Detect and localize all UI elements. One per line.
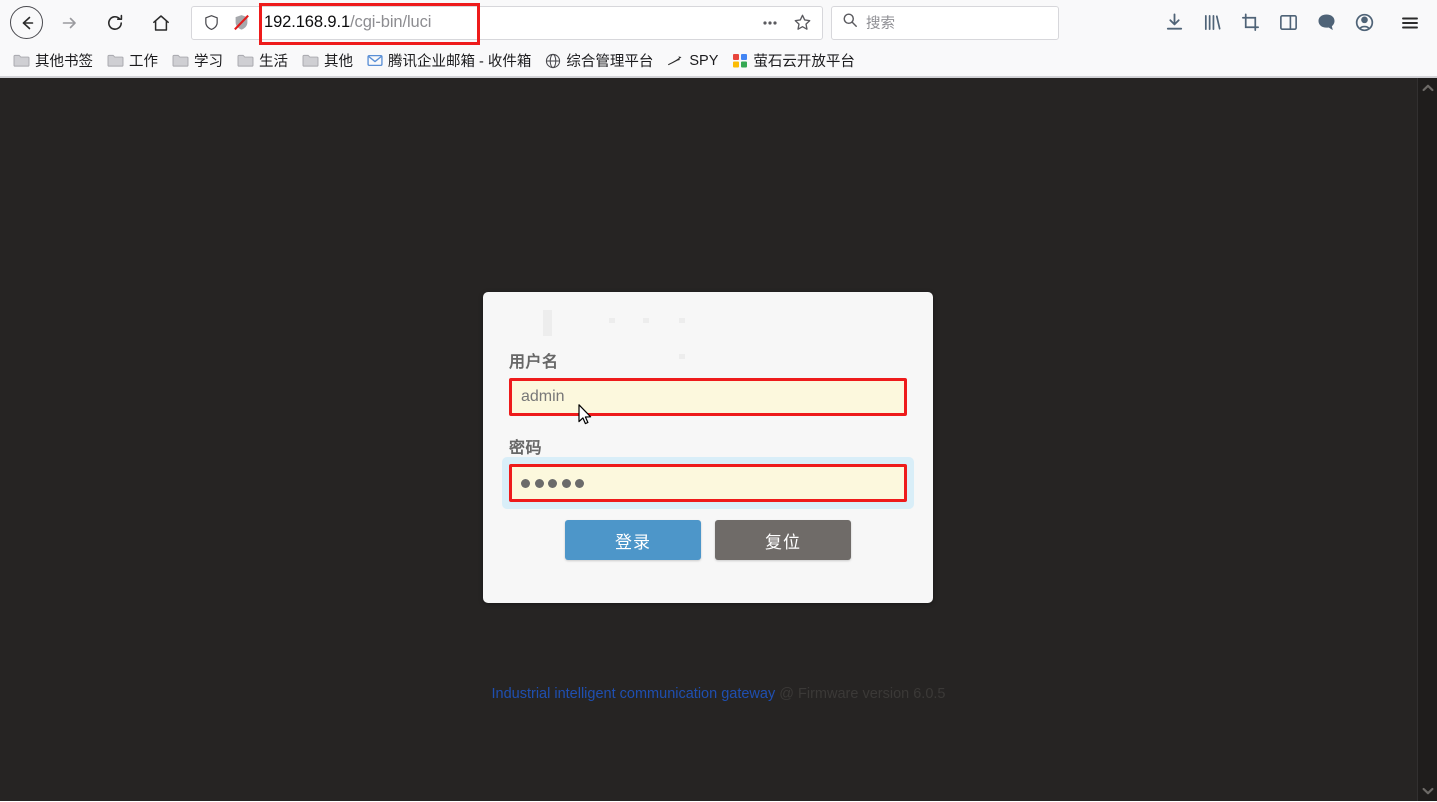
- password-input[interactable]: [509, 464, 907, 502]
- star-icon[interactable]: [786, 8, 818, 38]
- bookmark-item-work[interactable]: 工作: [100, 48, 165, 74]
- folder-icon: [13, 53, 30, 68]
- folder-icon: [237, 53, 254, 68]
- render-artifact: [679, 318, 685, 323]
- username-input[interactable]: admin: [509, 378, 907, 416]
- search-placeholder: 搜索: [866, 12, 895, 33]
- search-icon: [842, 12, 858, 33]
- bookmark-label: 萤石云开放平台: [753, 50, 855, 71]
- login-card: 用户名 admin 密码 登录 复位: [483, 292, 933, 603]
- password-field-wrapper: [509, 464, 907, 502]
- page-viewport: 用户名 admin 密码 登录 复位 Industrial intelligen…: [0, 78, 1437, 801]
- home-button[interactable]: [143, 5, 179, 41]
- url-bar[interactable]: 192.168.9.1/cgi-bin/luci: [191, 6, 823, 40]
- shield-icon[interactable]: [196, 8, 226, 38]
- page-scrollbar[interactable]: [1417, 78, 1437, 801]
- footer-product-link[interactable]: Industrial intelligent communication gat…: [492, 686, 776, 702]
- navigation-toolbar: 192.168.9.1/cgi-bin/luci: [0, 0, 1437, 45]
- render-artifact: [643, 318, 649, 323]
- bookmark-item-other[interactable]: 其他: [295, 48, 360, 74]
- browser-chrome: 192.168.9.1/cgi-bin/luci: [0, 0, 1437, 78]
- password-label: 密码: [509, 434, 907, 458]
- sidebar-icon[interactable]: [1271, 6, 1305, 40]
- search-input[interactable]: 搜索: [831, 6, 1059, 40]
- bookmark-label: 生活: [259, 50, 288, 71]
- folder-icon: [172, 53, 189, 68]
- render-artifact: [679, 354, 685, 359]
- username-field-wrapper: admin: [509, 378, 907, 416]
- bookmark-item-life[interactable]: 生活: [230, 48, 295, 74]
- url-host: 192.168.9.1: [264, 13, 350, 32]
- bookmark-label: 其他书签: [35, 50, 93, 71]
- spy-icon: [667, 54, 684, 68]
- pocket-icon[interactable]: [1309, 6, 1343, 40]
- ellipsis-icon[interactable]: [754, 8, 786, 38]
- username-label: 用户名: [509, 348, 907, 372]
- forward-button[interactable]: [51, 5, 87, 41]
- url-path: /cgi-bin/luci: [350, 13, 431, 32]
- globe-icon: [545, 53, 561, 69]
- bookmark-label: 工作: [129, 50, 158, 71]
- reload-button[interactable]: [97, 5, 133, 41]
- downloads-icon[interactable]: [1157, 6, 1191, 40]
- toolbar-icon-group: [1157, 6, 1427, 40]
- back-button[interactable]: [10, 6, 43, 39]
- bookmark-item-management-platform[interactable]: 综合管理平台: [538, 48, 660, 74]
- bookmark-label: SPY: [689, 53, 718, 69]
- urlbar-actions: [754, 8, 818, 38]
- bookmark-item-spy[interactable]: SPY: [660, 48, 725, 74]
- bookmark-label: 学习: [194, 50, 223, 71]
- password-masked-value: [521, 479, 584, 488]
- footer-firmware-version: Firmware version 6.0.5: [798, 686, 945, 702]
- folder-icon: [107, 53, 124, 68]
- footer: Industrial intelligent communication gat…: [0, 686, 1437, 702]
- footer-separator: @: [779, 686, 794, 702]
- folder-icon: [302, 53, 319, 68]
- url-text[interactable]: 192.168.9.1/cgi-bin/luci: [256, 13, 754, 32]
- bookmark-item-tencent-mail[interactable]: 腾讯企业邮箱 - 收件箱: [360, 48, 538, 74]
- tracking-protection-off-icon[interactable]: [226, 8, 256, 38]
- library-icon[interactable]: [1195, 6, 1229, 40]
- bookmark-label: 其他: [324, 50, 353, 71]
- form-button-row: 登录 复位: [509, 520, 907, 560]
- render-artifact: [543, 310, 552, 336]
- chevron-down-icon[interactable]: [1418, 781, 1437, 801]
- bookmark-label: 综合管理平台: [566, 50, 653, 71]
- reset-button[interactable]: 复位: [715, 520, 851, 560]
- chevron-up-icon[interactable]: [1418, 78, 1437, 98]
- bookmarks-toolbar: 其他书签 工作 学习 生活: [0, 45, 1437, 77]
- qq-mail-icon: [367, 53, 383, 68]
- login-button[interactable]: 登录: [565, 520, 701, 560]
- bookmark-label: 腾讯企业邮箱 - 收件箱: [388, 50, 531, 71]
- bookmark-item-ezviz[interactable]: 萤石云开放平台: [725, 48, 862, 74]
- account-icon[interactable]: [1347, 6, 1381, 40]
- render-artifact: [609, 318, 615, 323]
- screenshot-icon[interactable]: [1233, 6, 1267, 40]
- ezviz-icon: [732, 53, 748, 68]
- hamburger-menu-icon[interactable]: [1393, 6, 1427, 40]
- bookmark-item-other-bookmarks[interactable]: 其他书签: [6, 48, 100, 74]
- bookmark-item-study[interactable]: 学习: [165, 48, 230, 74]
